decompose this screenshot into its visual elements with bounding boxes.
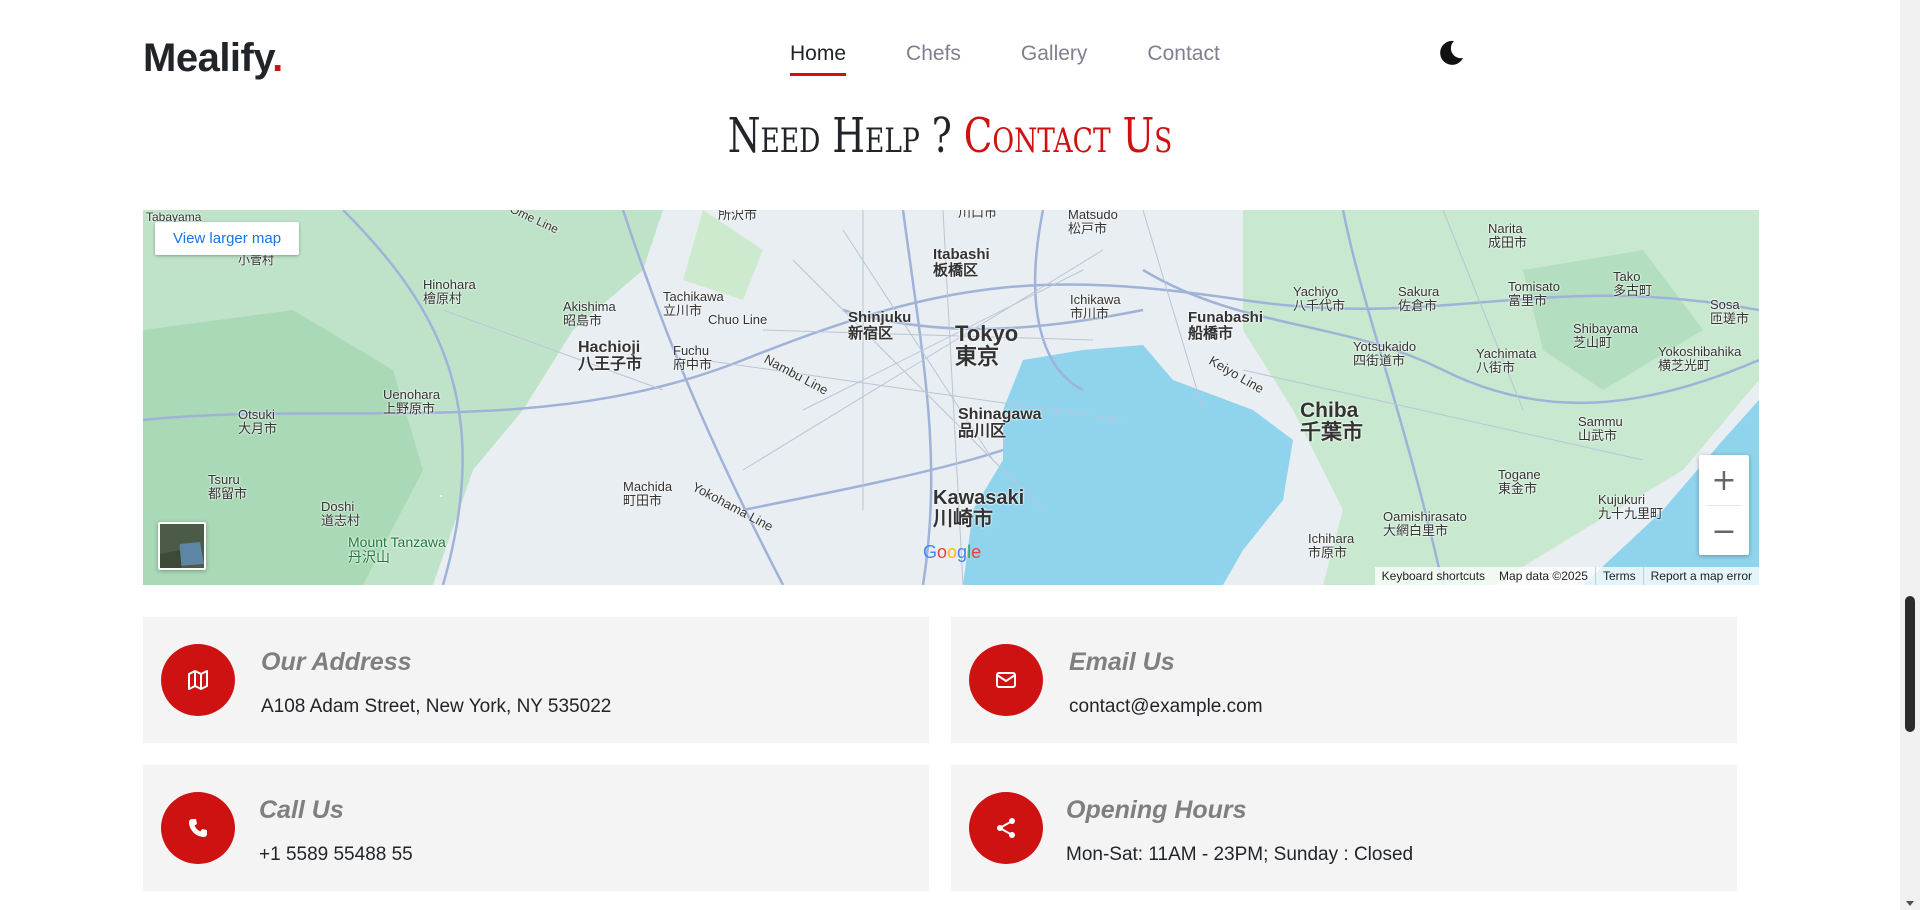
nav-contact[interactable]: Contact <box>1147 42 1219 72</box>
zoom-controls: + − <box>1699 455 1749 555</box>
address-title: Our Address <box>261 648 412 676</box>
map-label-tokorozawa: 所沢市 <box>718 210 758 222</box>
nav-gallery[interactable]: Gallery <box>1021 42 1088 72</box>
email-title: Email Us <box>1069 648 1175 676</box>
google-logo: Google <box>923 542 982 562</box>
zoom-in-button[interactable]: + <box>1699 455 1749 505</box>
scrollbar-thumb[interactable] <box>1905 596 1915 732</box>
map-label-yotsukaido: Yotsukaido 四街道市 <box>1353 339 1417 368</box>
nav-home[interactable]: Home <box>790 42 847 76</box>
logo-text: Mealify <box>143 36 273 80</box>
map-label-kawaguchi: 川口市 <box>958 210 998 220</box>
map-label-sammu: Sammu 山武市 <box>1578 414 1623 443</box>
email-card: Email Us contact@example.com <box>951 617 1737 743</box>
map-label-yachimata: Yachimata 八街市 <box>1476 346 1537 375</box>
map-label-tomisato: Tomisato 富里市 <box>1508 279 1561 308</box>
map-label-ichihara: Ichihara 市原市 <box>1308 531 1355 560</box>
map-label-sosa: Sosa 匝瑳市 <box>1710 297 1750 326</box>
scroll-down-arrow-icon[interactable] <box>1906 901 1914 906</box>
map-icon <box>161 644 235 716</box>
map-label-shinagawa: Shinagawa 品川区 <box>958 406 1042 440</box>
nav-chefs[interactable]: Chefs <box>906 42 961 72</box>
google-map[interactable]: Tabayama 小菅村 Ome Line 所沢市 川口市 Hinohara 檜原… <box>143 210 1759 585</box>
moon-icon[interactable] <box>1436 38 1466 68</box>
hours-text: Mon-Sat: 11AM - 23PM; Sunday : Closed <box>1066 844 1414 865</box>
map-footer: Keyboard shortcuts Map data ©2025 Terms … <box>1374 567 1759 585</box>
hours-title: Opening Hours <box>1066 796 1247 824</box>
map-label-yachiyo: Yachiyo 八千代市 <box>1293 284 1346 313</box>
map-label-funabashi: Funabashi 船橋市 <box>1188 309 1264 342</box>
map-label-shibayama: Shibayama 芝山町 <box>1573 321 1639 350</box>
phone-text[interactable]: +1 5589 55488 55 <box>259 844 413 866</box>
email-text[interactable]: contact@example.com <box>1069 696 1263 718</box>
map-label-fuchu: Fuchu 府中市 <box>673 343 713 372</box>
view-larger-map-link[interactable]: View larger map <box>155 222 300 255</box>
site-logo[interactable]: Mealify. <box>143 36 283 81</box>
map-label-yokoshibahikari: Yokoshibahika 横芝光町 <box>1658 344 1742 373</box>
title-contact-us: Contact Us <box>963 108 1173 164</box>
map-label-kujukuri: Kujukuri 九十九里町 <box>1598 492 1664 521</box>
address-card: Our Address A108 Adam Street, New York, … <box>143 617 929 743</box>
keyboard-shortcuts-link[interactable]: Keyboard shortcuts <box>1375 567 1492 585</box>
phone-card: Call Us +1 5589 55488 55 <box>143 765 929 891</box>
map-label-matsudo: Matsudo 松戸市 <box>1068 210 1118 236</box>
address-text: A108 Adam Street, New York, NY 535022 <box>261 696 612 717</box>
page-scrollbar[interactable] <box>1900 0 1920 910</box>
logo-dot: . <box>272 36 283 80</box>
map-label-sakura: Sakura 佐倉市 <box>1398 284 1440 313</box>
map-label-akishima: Akishima 昭島市 <box>563 299 616 328</box>
map-label-narita: Narita 成田市 <box>1488 221 1528 250</box>
map-label-uenohara: Uenohara 上野原市 <box>383 387 441 416</box>
map-label-shinjuku: Shinjuku 新宿区 <box>848 309 912 342</box>
hours-card: Opening Hours Mon-Sat: 11AM - 23PM; Sund… <box>951 765 1737 891</box>
map-label-tokyo: Tokyo 東京 <box>955 321 1019 370</box>
map-label-kosuge: 小菅村 <box>238 253 275 267</box>
map-label-hachioji: Hachioji 八王子市 <box>578 339 643 373</box>
zoom-out-button[interactable]: − <box>1699 506 1749 556</box>
map-label-doshi: Doshi 道志村 <box>321 499 361 528</box>
terms-link[interactable]: Terms <box>1594 567 1643 585</box>
map-label-chiba: Chiba 千葉市 <box>1300 399 1363 445</box>
map-label-tsuru: Tsuru 都留市 <box>208 472 248 501</box>
share-icon <box>969 792 1043 864</box>
map-label-hinohara: Hinohara 檜原村 <box>423 277 476 306</box>
main-nav: Home Chefs Gallery Contact <box>790 42 1280 76</box>
phone-title: Call Us <box>259 796 344 824</box>
site-header: Mealify. Home Chefs Gallery Contact <box>0 0 1900 100</box>
section-title: Need Help ? Contact Us <box>209 108 1691 164</box>
map-label-mount-tanzawa: Mount Tanzawa 丹沢山 <box>348 534 446 565</box>
map-label-ichikawa: Ichikawa 市川市 <box>1070 292 1121 321</box>
map-label-kawasaki: Kawasaki 川崎市 <box>933 487 1025 530</box>
satellite-toggle-button[interactable] <box>158 522 206 570</box>
map-label-oamishirasato: Oamishirasato 大網白里市 <box>1383 509 1467 538</box>
envelope-icon <box>969 644 1043 716</box>
map-label-togane: Togane 東金市 <box>1498 467 1541 496</box>
satellite-icon <box>160 524 204 568</box>
phone-icon <box>161 792 235 864</box>
report-map-error-link[interactable]: Report a map error <box>1642 567 1759 585</box>
map-label-chuo-line: Chuo Line <box>708 312 768 327</box>
map-label-tako: Tako 多古町 <box>1613 269 1653 298</box>
map-data-attribution: Map data ©2025 <box>1499 569 1588 583</box>
map-label-otsuki: Otsuki 大月市 <box>238 407 278 436</box>
map-label-itabashi: Itabashi 板橋区 <box>933 246 990 279</box>
title-need-help: Need Help ? <box>727 108 952 164</box>
map-label-machida: Machida 町田市 <box>623 479 673 508</box>
